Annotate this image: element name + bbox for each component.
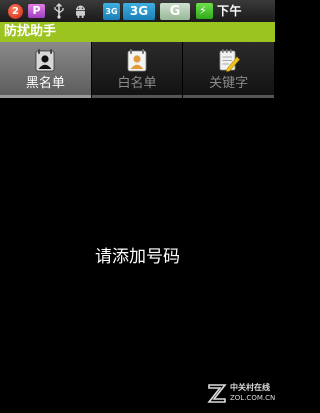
app-notification-icon[interactable]: P: [28, 4, 45, 18]
tab-whitelist[interactable]: 白名单: [91, 42, 184, 98]
blacklist-contact-icon: [35, 49, 55, 72]
keyword-notepad-icon: [219, 49, 240, 72]
watermark-brand: 中关村在线: [230, 383, 270, 392]
whitelist-contact-icon: [127, 49, 147, 72]
tab-blacklist-label: 黑名单: [25, 76, 65, 91]
tab-bar: 黑名单 白名单 关键字: [0, 42, 275, 98]
notification-badge[interactable]: 2: [8, 4, 23, 19]
usb-icon: [54, 3, 64, 19]
blacklist-content: 请添加号码: [0, 98, 275, 413]
app-title: 防扰助手: [4, 24, 57, 39]
signal-g-icon: G: [160, 3, 190, 20]
tab-whitelist-label: 白名单: [117, 76, 157, 91]
status-bar: 2 P 3G 3G G ⚡ 下午 7:18: [0, 0, 275, 38]
network-type-icon: 3G: [103, 3, 120, 20]
app-title-bar: 防扰助手: [0, 22, 275, 42]
tab-keyword[interactable]: 关键字: [183, 42, 275, 98]
signal-3g-icon: 3G: [123, 3, 155, 20]
battery-charging-icon: ⚡: [196, 3, 213, 19]
zol-watermark: 中关村在线 ZOL.COM.CN: [206, 381, 275, 407]
zol-logo-icon: [207, 384, 227, 403]
tab-keyword-label: 关键字: [209, 76, 249, 91]
watermark-url: ZOL.COM.CN: [230, 394, 275, 402]
empty-state-message: 请添加号码: [95, 247, 180, 267]
android-debug-icon: [76, 5, 85, 18]
app-screen: 2 P 3G 3G G ⚡ 下午 7:18 防扰助手: [0, 0, 275, 413]
tab-blacklist[interactable]: 黑名单: [0, 42, 92, 98]
